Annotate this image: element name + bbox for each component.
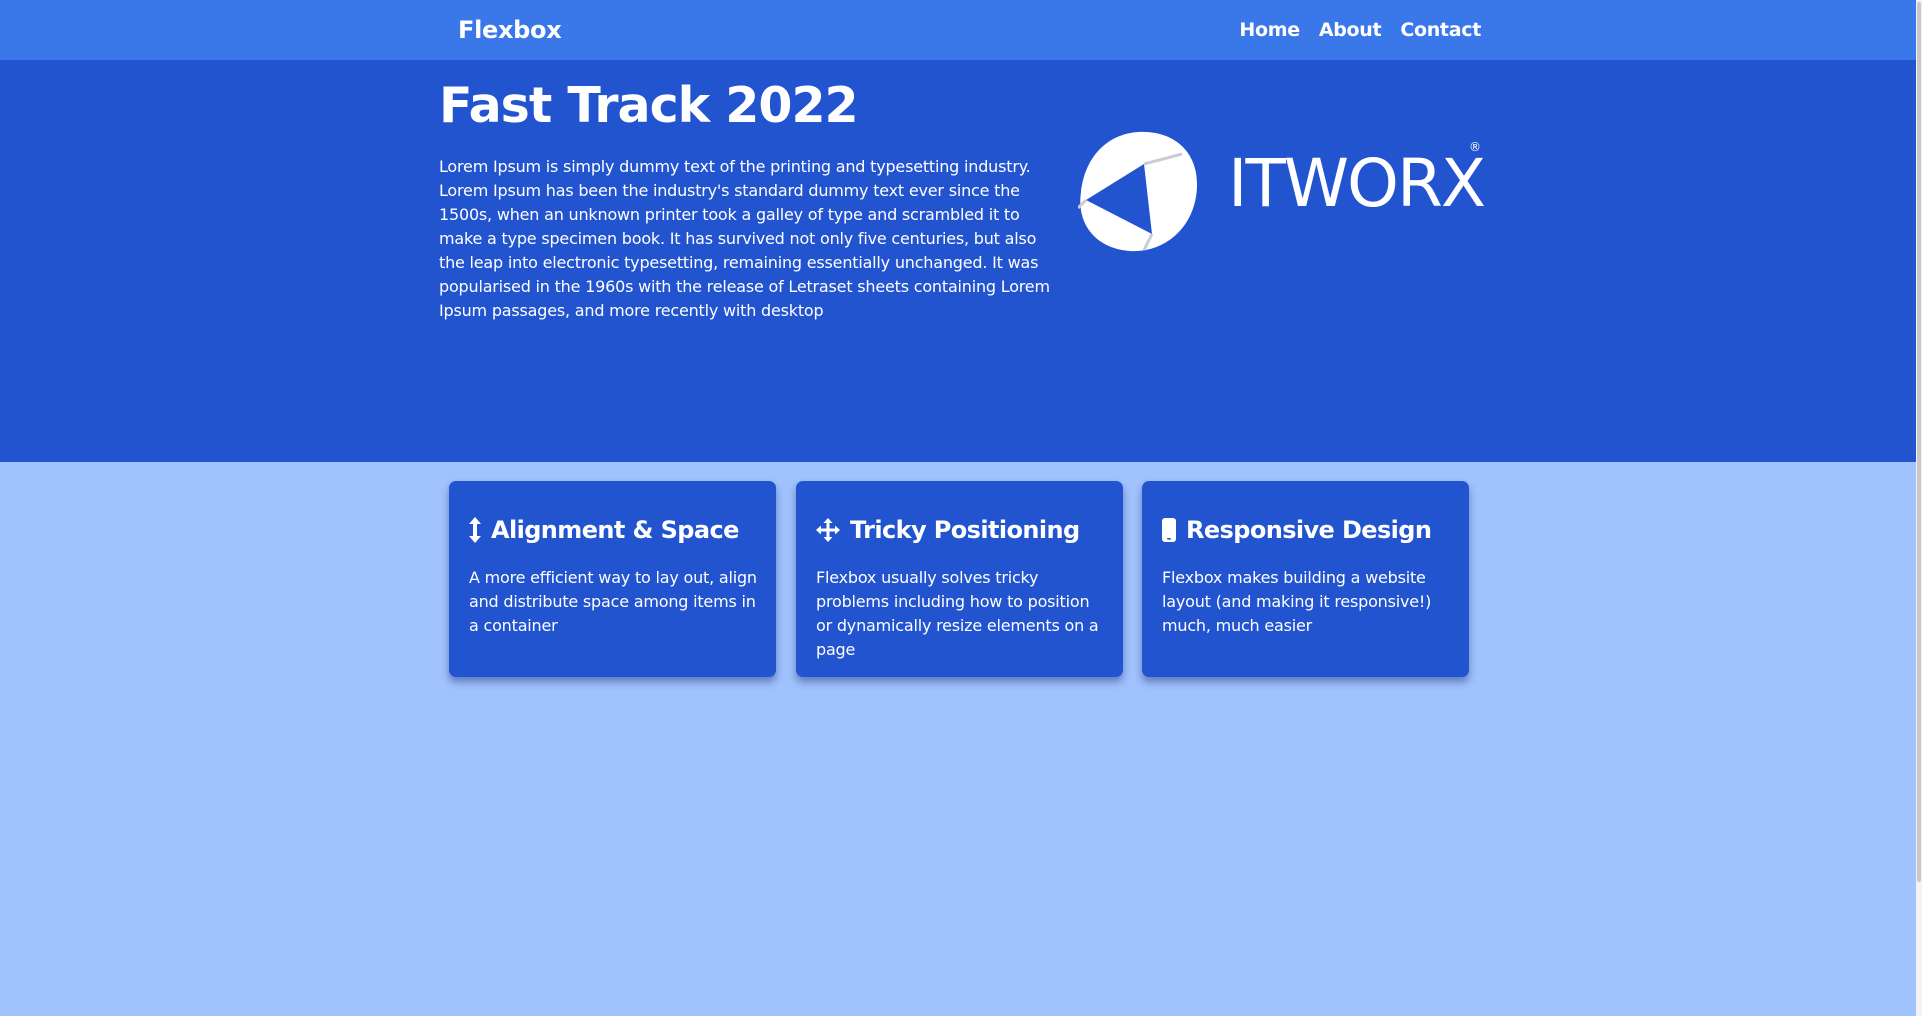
- arrows-vertical-icon: [469, 517, 481, 543]
- feature-card-text: A more efficient way to lay out, align a…: [469, 568, 757, 635]
- feature-card-positioning: Tricky Positioning Flexbox usually solve…: [796, 481, 1123, 677]
- feature-card-responsive: Responsive Design Flexbox makes building…: [1142, 481, 1469, 677]
- hero-title: Fast Track 2022: [439, 77, 859, 134]
- feature-card-title: Alignment & Space: [491, 516, 739, 544]
- feature-card-heading: Responsive Design: [1162, 516, 1432, 544]
- brand-logo-text[interactable]: Flexbox: [458, 16, 562, 44]
- feature-card-text: Flexbox usually solves tricky problems i…: [816, 568, 1099, 659]
- logo-registered-mark: ®: [1469, 140, 1481, 154]
- feature-card-heading: Alignment & Space: [469, 516, 739, 544]
- hero-section: Fast Track 2022 Lorem Ipsum is simply du…: [0, 60, 1916, 462]
- nav-link-about[interactable]: About: [1319, 19, 1382, 41]
- mobile-phone-icon: [1162, 518, 1176, 542]
- feature-card-heading: Tricky Positioning: [816, 516, 1080, 544]
- feature-card-alignment: Alignment & Space A more efficient way t…: [449, 481, 776, 677]
- feature-card-title: Responsive Design: [1186, 516, 1432, 544]
- arrows-move-icon: [816, 518, 840, 542]
- navbar: Flexbox Home About Contact: [0, 0, 1916, 60]
- feature-card-title: Tricky Positioning: [850, 516, 1080, 544]
- nav-link-contact[interactable]: Contact: [1400, 19, 1481, 41]
- logo-wordmark: ITWORX: [1228, 145, 1486, 222]
- hero-container: Fast Track 2022 Lorem Ipsum is simply du…: [439, 60, 1486, 462]
- nav-link-home[interactable]: Home: [1239, 19, 1300, 41]
- hero-description: Lorem Ipsum is simply dummy text of the …: [439, 157, 1050, 320]
- features-section: Alignment & Space A more efficient way t…: [449, 481, 1469, 677]
- vertical-scrollbar[interactable]: [1916, 0, 1922, 1016]
- scrollbar-thumb[interactable]: [1917, 2, 1921, 882]
- itworx-logo: ITWORX ®: [1078, 130, 1486, 255]
- feature-card-text: Flexbox makes building a website layout …: [1162, 568, 1432, 635]
- navbar-container: Flexbox Home About Contact: [458, 0, 1481, 60]
- nav-links: Home About Contact: [1239, 19, 1481, 41]
- itworx-logo-mark-icon: [1078, 131, 1198, 252]
